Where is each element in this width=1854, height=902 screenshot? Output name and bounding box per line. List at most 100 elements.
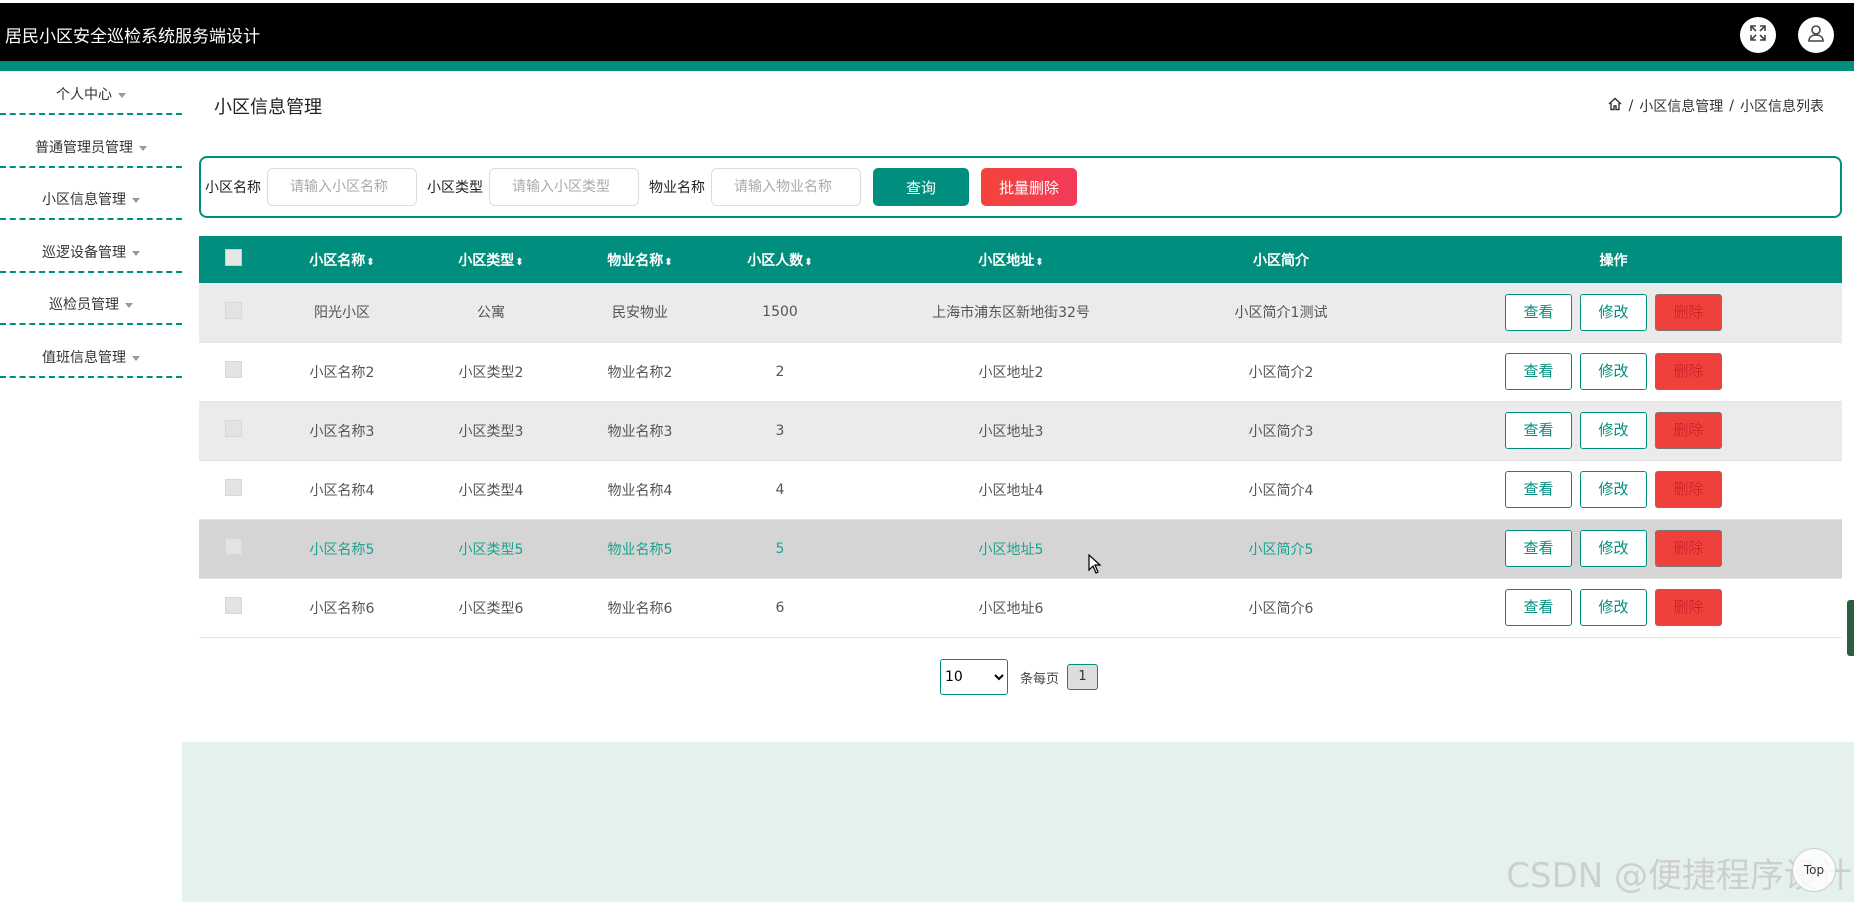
cell-intro: 小区简介3	[1177, 401, 1385, 461]
cell-name: 小区名称2	[267, 342, 417, 402]
user-menu-button[interactable]	[1798, 17, 1834, 53]
home-icon[interactable]	[1607, 96, 1623, 116]
sidebar-item-community-info[interactable]: 小区信息管理	[0, 180, 182, 220]
caret-down-icon	[125, 302, 133, 308]
view-button[interactable]: 查看	[1505, 471, 1572, 508]
cell-count: 6	[715, 578, 845, 638]
user-icon	[1806, 23, 1826, 47]
community-type-input[interactable]	[489, 168, 639, 206]
cell-type: 小区类型3	[417, 401, 565, 461]
column-label: 小区地址	[978, 252, 1035, 269]
column-header-name[interactable]: 小区名称⬍	[267, 236, 417, 283]
batch-delete-button[interactable]: 批量删除	[981, 168, 1077, 206]
column-label: 物业名称	[607, 252, 664, 269]
delete-button[interactable]: 删除	[1655, 353, 1722, 390]
cell-property: 物业名称5	[565, 519, 715, 579]
page-title: 小区信息管理	[214, 97, 322, 118]
row-checkbox[interactable]	[224, 420, 242, 437]
back-to-top-button[interactable]: Top	[1792, 848, 1836, 892]
delete-button[interactable]: 删除	[1655, 530, 1722, 567]
page-size-select[interactable]: 10	[940, 659, 1008, 695]
cell-count: 5	[715, 519, 845, 579]
sidebar-item-duty-info[interactable]: 值班信息管理	[0, 338, 182, 378]
column-header-intro: 小区简介	[1177, 236, 1385, 283]
edit-button[interactable]: 修改	[1580, 471, 1647, 508]
cell-type: 小区类型5	[417, 519, 565, 579]
column-label: 操作	[1599, 252, 1628, 269]
cell-actions: 查看 修改 删除	[1385, 578, 1842, 638]
sidebar-item-label: 个人中心	[56, 87, 112, 103]
delete-button[interactable]: 删除	[1655, 412, 1722, 449]
sort-icon: ⬍	[515, 256, 524, 268]
column-header-type[interactable]: 小区类型⬍	[417, 236, 565, 283]
view-button[interactable]: 查看	[1505, 353, 1572, 390]
row-checkbox[interactable]	[224, 538, 242, 555]
community-name-input[interactable]	[267, 168, 417, 206]
row-checkbox-cell	[199, 519, 267, 579]
row-checkbox-cell	[199, 401, 267, 461]
delete-button[interactable]: 删除	[1655, 293, 1722, 331]
delete-button[interactable]: 删除	[1655, 471, 1722, 508]
view-button[interactable]: 查看	[1505, 412, 1572, 449]
row-checkbox[interactable]	[224, 479, 242, 496]
edit-button[interactable]: 修改	[1580, 412, 1647, 449]
page-number-button[interactable]: 1	[1067, 664, 1099, 690]
select-all-checkbox[interactable]	[224, 249, 242, 266]
edit-button[interactable]: 修改	[1580, 293, 1647, 331]
cell-type: 小区类型2	[417, 342, 565, 402]
property-name-input[interactable]	[711, 168, 861, 206]
community-name-label: 小区名称	[205, 180, 261, 196]
scrollbar-handle[interactable]	[1847, 600, 1854, 656]
cell-intro: 小区简介2	[1177, 342, 1385, 402]
column-header-count[interactable]: 小区人数⬍	[715, 236, 845, 283]
column-label: 小区简介	[1253, 252, 1309, 269]
fullscreen-icon	[1748, 23, 1768, 47]
cell-type: 公寓	[417, 283, 565, 343]
cell-actions: 查看 修改 删除	[1385, 401, 1842, 461]
row-checkbox-cell	[199, 342, 267, 402]
cell-address: 小区地址6	[845, 578, 1177, 638]
cell-name: 小区名称3	[267, 401, 417, 461]
delete-button[interactable]: 删除	[1655, 589, 1722, 626]
cell-intro: 小区简介4	[1177, 460, 1385, 520]
breadcrumb-item-community-list: 小区信息列表	[1740, 99, 1824, 115]
row-checkbox-cell	[199, 460, 267, 520]
cell-address: 小区地址3	[845, 401, 1177, 461]
sidebar-item-inspector[interactable]: 巡检员管理	[0, 285, 182, 325]
column-label: 小区人数	[747, 252, 804, 269]
header-accent-bar	[0, 61, 1854, 71]
sidebar-item-personal-center[interactable]: 个人中心	[0, 75, 182, 115]
cell-count: 2	[715, 342, 845, 402]
column-header-property[interactable]: 物业名称⬍	[565, 236, 715, 283]
table-row: 小区名称4 小区类型4 物业名称4 4 小区地址4 小区简介4 查看 修改 删除	[199, 460, 1842, 520]
table-row: 小区名称2 小区类型2 物业名称2 2 小区地址2 小区简介2 查看 修改 删除	[199, 342, 1842, 402]
row-checkbox[interactable]	[224, 301, 242, 319]
view-button[interactable]: 查看	[1505, 589, 1572, 626]
per-page-label: 条每页	[1020, 671, 1060, 687]
edit-button[interactable]: 修改	[1580, 530, 1647, 567]
select-all-cell	[199, 236, 267, 283]
sidebar-item-label: 小区信息管理	[42, 192, 126, 208]
pagination: 10 条每页 1	[940, 659, 1099, 695]
edit-button[interactable]: 修改	[1580, 589, 1647, 626]
cell-intro: 小区简介1测试	[1177, 283, 1385, 343]
cell-property: 物业名称2	[565, 342, 715, 402]
column-header-address[interactable]: 小区地址⬍	[845, 236, 1177, 283]
caret-down-icon	[118, 92, 126, 98]
breadcrumb: / 小区信息管理 / 小区信息列表	[1607, 96, 1824, 116]
view-button[interactable]: 查看	[1505, 293, 1572, 331]
row-checkbox[interactable]	[224, 597, 242, 614]
row-checkbox-cell	[199, 578, 267, 638]
top-header	[0, 3, 1854, 61]
view-button[interactable]: 查看	[1505, 530, 1572, 567]
sort-icon: ⬍	[1035, 256, 1044, 268]
breadcrumb-item-community-info[interactable]: 小区信息管理	[1639, 96, 1723, 116]
row-checkbox[interactable]	[224, 361, 242, 378]
cell-actions: 查看 修改 删除	[1385, 283, 1842, 343]
fullscreen-button[interactable]	[1740, 17, 1776, 53]
sidebar-item-patrol-device[interactable]: 巡逻设备管理	[0, 233, 182, 273]
sidebar-item-admin-management[interactable]: 普通管理员管理	[0, 128, 182, 168]
edit-button[interactable]: 修改	[1580, 353, 1647, 390]
query-button[interactable]: 查询	[873, 168, 969, 206]
cell-name: 小区名称5	[267, 519, 417, 579]
